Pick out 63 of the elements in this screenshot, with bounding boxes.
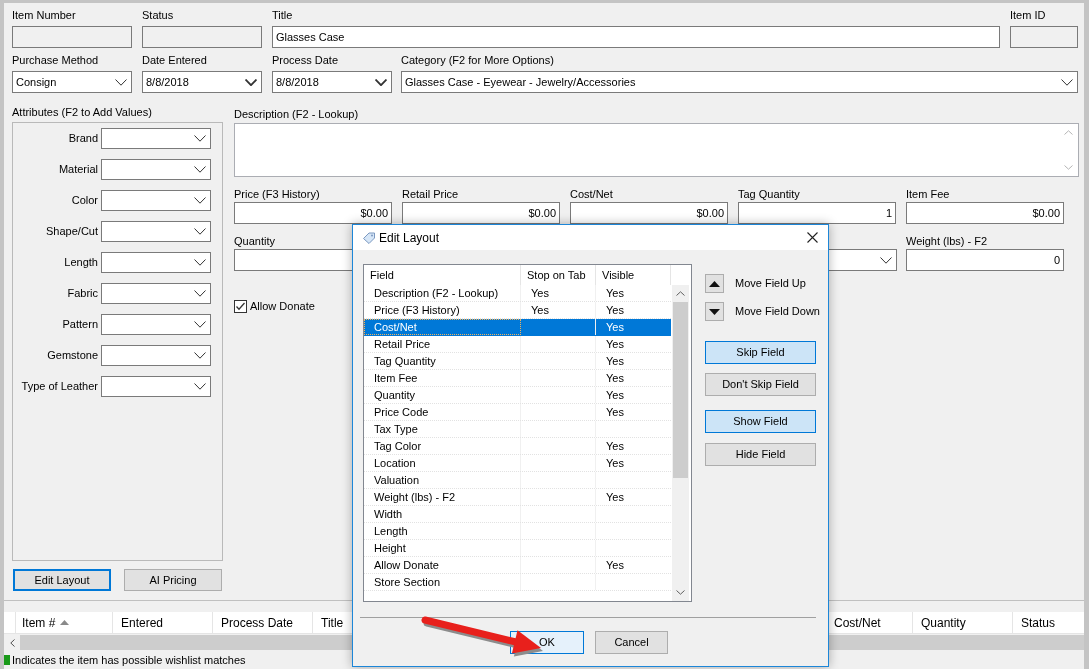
list-cell: Yes xyxy=(606,456,624,470)
list-cell: Yes xyxy=(606,371,624,385)
list-cell: Retail Price xyxy=(374,337,431,351)
field-label: Brand xyxy=(68,131,98,147)
list-cell: Yes xyxy=(606,337,624,351)
list-cell: Yes xyxy=(531,286,549,300)
status-text: Indicates the item has possible wishlist matches xyxy=(12,654,246,667)
field-label: Cost/Net xyxy=(570,187,613,202)
field-label: Length xyxy=(64,255,98,271)
field-label: Date Entered xyxy=(142,53,207,68)
field-label: Status xyxy=(142,8,174,23)
field-label: Shape/Cut xyxy=(46,224,98,240)
list-cell: Yes xyxy=(531,303,549,317)
list-cell: Width xyxy=(374,507,403,521)
list-cell: Tax Type xyxy=(374,422,418,436)
list-cell: Tag Color xyxy=(374,439,422,453)
field-label: Color xyxy=(71,193,98,209)
field-label: Item Number xyxy=(12,8,76,23)
section-label: Attributes (F2 to Add Values) xyxy=(12,105,152,120)
list-cell: Valuation xyxy=(374,473,420,487)
list-cell: Description (F2 - Lookup) xyxy=(374,286,499,300)
list-cell: Item Fee xyxy=(374,371,418,385)
field-label: Title xyxy=(272,8,293,23)
field-label: Gemstone xyxy=(47,348,98,364)
list-cell: Price (F3 History) xyxy=(374,303,460,317)
field-label: Tag Quantity xyxy=(738,187,800,202)
list-cell: Yes xyxy=(606,558,624,572)
list-cell: Allow Donate xyxy=(374,558,439,572)
list-cell: Yes xyxy=(606,354,624,368)
list-cell: Cost/Net xyxy=(374,320,417,334)
field-label: Pattern xyxy=(62,317,98,333)
list-cell: Location xyxy=(374,456,416,470)
list-cell: Yes xyxy=(606,303,624,317)
field-label: Fabric xyxy=(67,286,98,302)
button-caption: Move Field Up xyxy=(735,276,806,292)
field-label: Weight (lbs) - F2 xyxy=(906,234,988,249)
list-cell: Yes xyxy=(606,405,624,419)
list-cell: Tag Quantity xyxy=(374,354,436,368)
list-cell: Weight (lbs) - F2 xyxy=(374,490,456,504)
field-label: Item ID xyxy=(1010,8,1046,23)
list-cell: Store Section xyxy=(374,575,441,589)
list-cell: Height xyxy=(374,541,406,555)
list-cell: Yes xyxy=(606,490,624,504)
field-label: Quantity xyxy=(234,234,275,249)
list-cell: Yes xyxy=(606,286,624,300)
list-cell: Price Code xyxy=(374,405,429,419)
field-label: Description (F2 - Lookup) xyxy=(234,107,359,122)
button-caption: Move Field Down xyxy=(735,304,820,320)
field-label: Process Date xyxy=(272,53,339,68)
dialog-title: Edit Layout xyxy=(379,229,440,247)
field-label: Retail Price xyxy=(402,187,459,202)
field-label: Category (F2 for More Options) xyxy=(401,53,554,68)
field-label: Price (F3 History) xyxy=(234,187,320,202)
list-cell: Yes xyxy=(606,439,624,453)
field-label: Purchase Method xyxy=(12,53,99,68)
list-cell: Quantity xyxy=(374,388,415,402)
field-label: Type of Leather xyxy=(21,379,98,395)
field-label: Material xyxy=(58,162,98,178)
field-label: Item Fee xyxy=(906,187,950,202)
list-cell: Yes xyxy=(606,388,624,402)
list-cell: Length xyxy=(374,524,408,538)
list-cell: Yes xyxy=(606,320,624,334)
checkbox-label: Allow Donate xyxy=(250,299,315,315)
